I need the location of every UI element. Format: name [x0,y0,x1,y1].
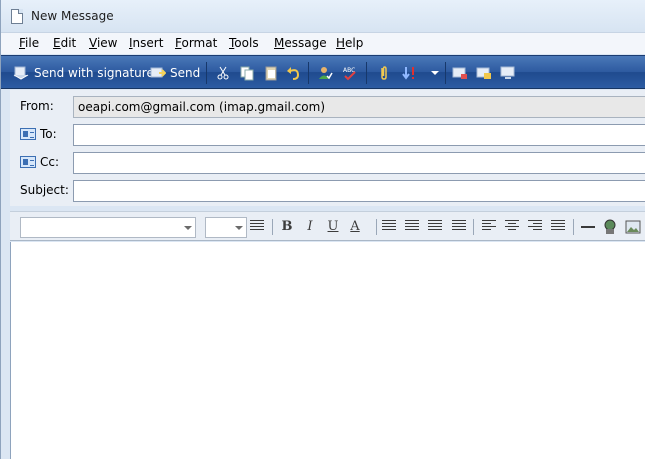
spelling-button[interactable]: ABC [342,62,358,84]
toolbar-separator [366,62,367,84]
copy-button[interactable] [239,62,255,84]
main-toolbar: Send with signature Send ABC [1,55,645,89]
menu-edit[interactable]: Edit [53,36,76,50]
menu-help[interactable]: Help [336,36,363,50]
menu-file[interactable]: File [19,36,39,50]
send-with-signature-button[interactable]: Send with signature [13,62,154,84]
address-book-icon[interactable] [20,156,36,168]
font-color-button[interactable]: A [347,219,363,235]
subject-label: Subject: [20,183,69,197]
send-signature-icon [13,66,29,80]
to-label: To: [40,127,57,141]
send-button[interactable]: Send [150,62,200,84]
hyperlink-icon[interactable] [602,219,618,235]
title-bar: New Message [1,0,645,32]
message-body[interactable] [10,242,645,459]
decrease-indent-icon[interactable] [428,220,442,232]
priority-dropdown[interactable] [427,62,443,84]
scissors-icon [217,66,229,80]
new-message-icon [11,9,23,24]
address-book-icon[interactable] [20,128,36,140]
subject-input[interactable] [73,180,645,202]
menu-bar: File Edit View Insert Format Tools Messa… [1,32,645,54]
priority-button[interactable] [401,62,417,84]
chevron-down-icon [431,71,439,75]
from-label: From: [20,99,54,113]
italic-button[interactable]: I [302,219,318,235]
underline-button[interactable]: U [325,219,341,235]
align-left-icon[interactable] [482,220,496,232]
cc-input[interactable] [73,152,645,174]
to-input[interactable] [73,124,645,146]
paste-button[interactable] [263,62,279,84]
encrypt-message-icon [476,67,491,79]
check-names-icon [319,67,333,80]
sign-button[interactable] [452,62,468,84]
menu-view[interactable]: View [89,36,117,50]
menu-tools[interactable]: Tools [229,36,259,50]
from-select[interactable]: oeapi.com@gmail.com (imap.gmail.com) [73,96,645,118]
justify-icon[interactable] [551,220,565,232]
format-separator [573,219,574,235]
undo-button[interactable] [286,62,302,84]
menu-format[interactable]: Format [175,36,217,50]
font-size-select[interactable] [205,217,247,238]
window-title: New Message [31,9,114,23]
spell-check-icon: ABC [343,67,356,81]
toolbar-separator [445,62,446,84]
format-separator [376,219,377,235]
numbered-list-icon[interactable] [382,220,396,232]
font-name-select[interactable] [20,217,196,238]
format-separator [473,219,474,235]
paragraph-style-icon[interactable] [250,220,264,232]
work-offline-button[interactable] [500,62,516,84]
chevron-down-icon [184,226,192,230]
align-right-icon[interactable] [528,220,542,232]
undo-icon [287,67,300,80]
toolbar-separator [206,62,207,84]
format-toolbar: B I U A [10,211,645,241]
bold-button[interactable]: B [279,219,295,235]
from-value: oeapi.com@gmail.com (imap.gmail.com) [78,100,326,114]
cut-button[interactable] [215,62,231,84]
check-names-button[interactable] [317,62,333,84]
compose-window: New Message File Edit View Insert Format… [0,0,645,459]
copy-icon [240,66,254,81]
bulleted-list-icon[interactable] [405,220,419,232]
horizontal-line-icon[interactable] [580,219,596,235]
send-icon [150,67,166,78]
encrypt-button[interactable] [476,62,492,84]
offline-icon [500,66,515,79]
insert-picture-icon[interactable] [625,219,641,235]
paperclip-icon [381,66,387,80]
menu-message[interactable]: Message [274,36,327,50]
chevron-down-icon [235,226,243,230]
format-separator [272,219,273,235]
cc-label: Cc: [40,155,60,169]
align-center-icon[interactable] [505,220,519,232]
increase-indent-icon[interactable] [452,220,466,232]
sign-message-icon [452,67,467,79]
toolbar-separator [308,62,309,84]
attach-button[interactable] [376,62,392,84]
menu-insert[interactable]: Insert [129,36,163,50]
paste-icon [265,66,277,81]
priority-icon [402,67,414,80]
